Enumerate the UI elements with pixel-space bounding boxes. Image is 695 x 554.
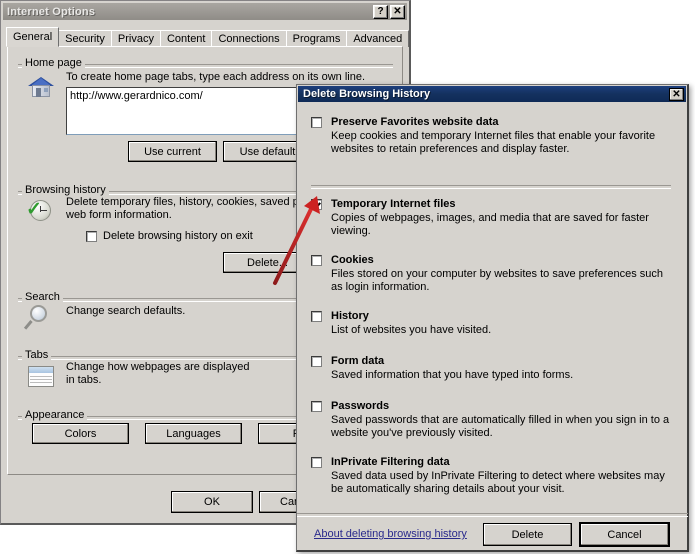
checkbox-item-preserve-favorites[interactable]: Preserve Favorites website data Keep coo… (311, 116, 671, 156)
temporary-internet-files-checkbox[interactable] (311, 199, 322, 210)
dbh-body: Preserve Favorites website data Keep coo… (297, 102, 688, 550)
checkbox-item-temporary-internet-files[interactable]: Temporary Internet files Copies of webpa… (311, 198, 671, 238)
tab-connections[interactable]: Connections (211, 30, 287, 47)
close-icon[interactable]: ✕ (669, 87, 684, 101)
about-deleting-link-wrap[interactable]: About deleting browsing history (314, 528, 467, 540)
tab-privacy[interactable]: Privacy (110, 30, 161, 47)
dbh-delete-button[interactable]: Delete (483, 523, 572, 546)
cookies-description: Files stored on your computer by website… (331, 268, 663, 293)
delete-browsing-history-dialog: Delete Browsing History ✕ Preserve Favor… (296, 84, 689, 552)
checkbox-item-form-data[interactable]: Form data Saved information that you hav… (311, 355, 671, 382)
preserve-favorites-checkbox[interactable] (311, 117, 322, 128)
close-icon[interactable]: ✕ (390, 4, 405, 19)
tabs-icon (26, 363, 58, 389)
history-title: History (331, 310, 369, 322)
use-current-button[interactable]: Use current (128, 141, 217, 162)
form-data-title: Form data (331, 355, 385, 367)
cookies-checkbox[interactable] (311, 255, 322, 266)
home-page-group-label: Home page (22, 57, 85, 69)
tabstrip: General Security Privacy Content Connect… (6, 27, 410, 47)
tab-security[interactable]: Security (58, 30, 112, 47)
about-deleting-browsing-history-link[interactable]: About deleting browsing history (314, 528, 467, 540)
preserve-favorites-title: Preserve Favorites website data (331, 116, 499, 128)
checkbox-item-history[interactable]: History List of websites you have visite… (311, 310, 671, 337)
search-group-label: Search (22, 291, 63, 303)
form-data-description: Saved information that you have typed in… (331, 369, 574, 381)
delete-on-exit-row[interactable]: Delete browsing history on exit (86, 230, 253, 243)
appearance-group-label: Appearance (22, 409, 88, 421)
magnifier-icon (23, 303, 56, 333)
internet-options-titlebar: Internet Options ? ✕ (3, 3, 407, 20)
history-checkbox[interactable] (311, 311, 322, 322)
tab-advanced[interactable]: Advanced (346, 30, 410, 47)
passwords-checkbox[interactable] (311, 401, 322, 412)
browsing-history-group-label: Browsing history (22, 184, 109, 196)
tab-general[interactable]: General (6, 27, 60, 47)
ok-button[interactable]: OK (171, 491, 253, 513)
colors-button[interactable]: Colors (32, 423, 129, 444)
dbh-title: Delete Browsing History (303, 88, 431, 100)
preserve-favorites-description: Keep cookies and temporary Internet file… (331, 130, 656, 155)
tabs-group-label: Tabs (22, 349, 52, 361)
dbh-separator (311, 185, 671, 189)
checkbox-item-passwords[interactable]: Passwords Saved passwords that are autom… (311, 400, 671, 440)
clock-check-icon: ✓ (26, 198, 54, 224)
temporary-internet-files-description: Copies of webpages, images, and media th… (331, 212, 649, 237)
home-page-description: To create home page tabs, type each addr… (66, 71, 366, 83)
passwords-title: Passwords (331, 400, 390, 412)
house-icon (26, 73, 56, 99)
tab-content[interactable]: Content (159, 30, 213, 47)
passwords-description: Saved passwords that are automatically f… (331, 414, 670, 439)
form-data-checkbox[interactable] (311, 356, 322, 367)
temporary-internet-files-title: Temporary Internet files (331, 198, 456, 210)
window-title: Internet Options (7, 5, 96, 18)
cookies-title: Cookies (331, 254, 374, 266)
delete-on-exit-checkbox[interactable] (86, 231, 97, 242)
inprivate-filtering-data-title: InPrivate Filtering data (331, 456, 450, 468)
dbh-cancel-button[interactable]: Cancel (580, 523, 669, 546)
inprivate-filtering-data-checkbox[interactable] (311, 457, 322, 468)
history-description: List of websites you have visited. (331, 324, 492, 336)
dbh-titlebar: Delete Browsing History ✕ (298, 86, 686, 102)
languages-button[interactable]: Languages (145, 423, 242, 444)
tabs-description: Change how webpages are displayed in tab… (66, 361, 250, 386)
inprivate-filtering-data-description: Saved data used by InPrivate Filtering t… (331, 470, 665, 495)
checkbox-item-cookies[interactable]: Cookies Files stored on your computer by… (311, 254, 671, 294)
checkbox-item-inprivate-filtering-data[interactable]: InPrivate Filtering data Saved data used… (311, 456, 671, 496)
help-button[interactable]: ? (373, 4, 388, 19)
delete-on-exit-label: Delete browsing history on exit (103, 230, 253, 242)
tab-programs[interactable]: Programs (285, 30, 348, 47)
dbh-footer-separator (297, 513, 688, 517)
